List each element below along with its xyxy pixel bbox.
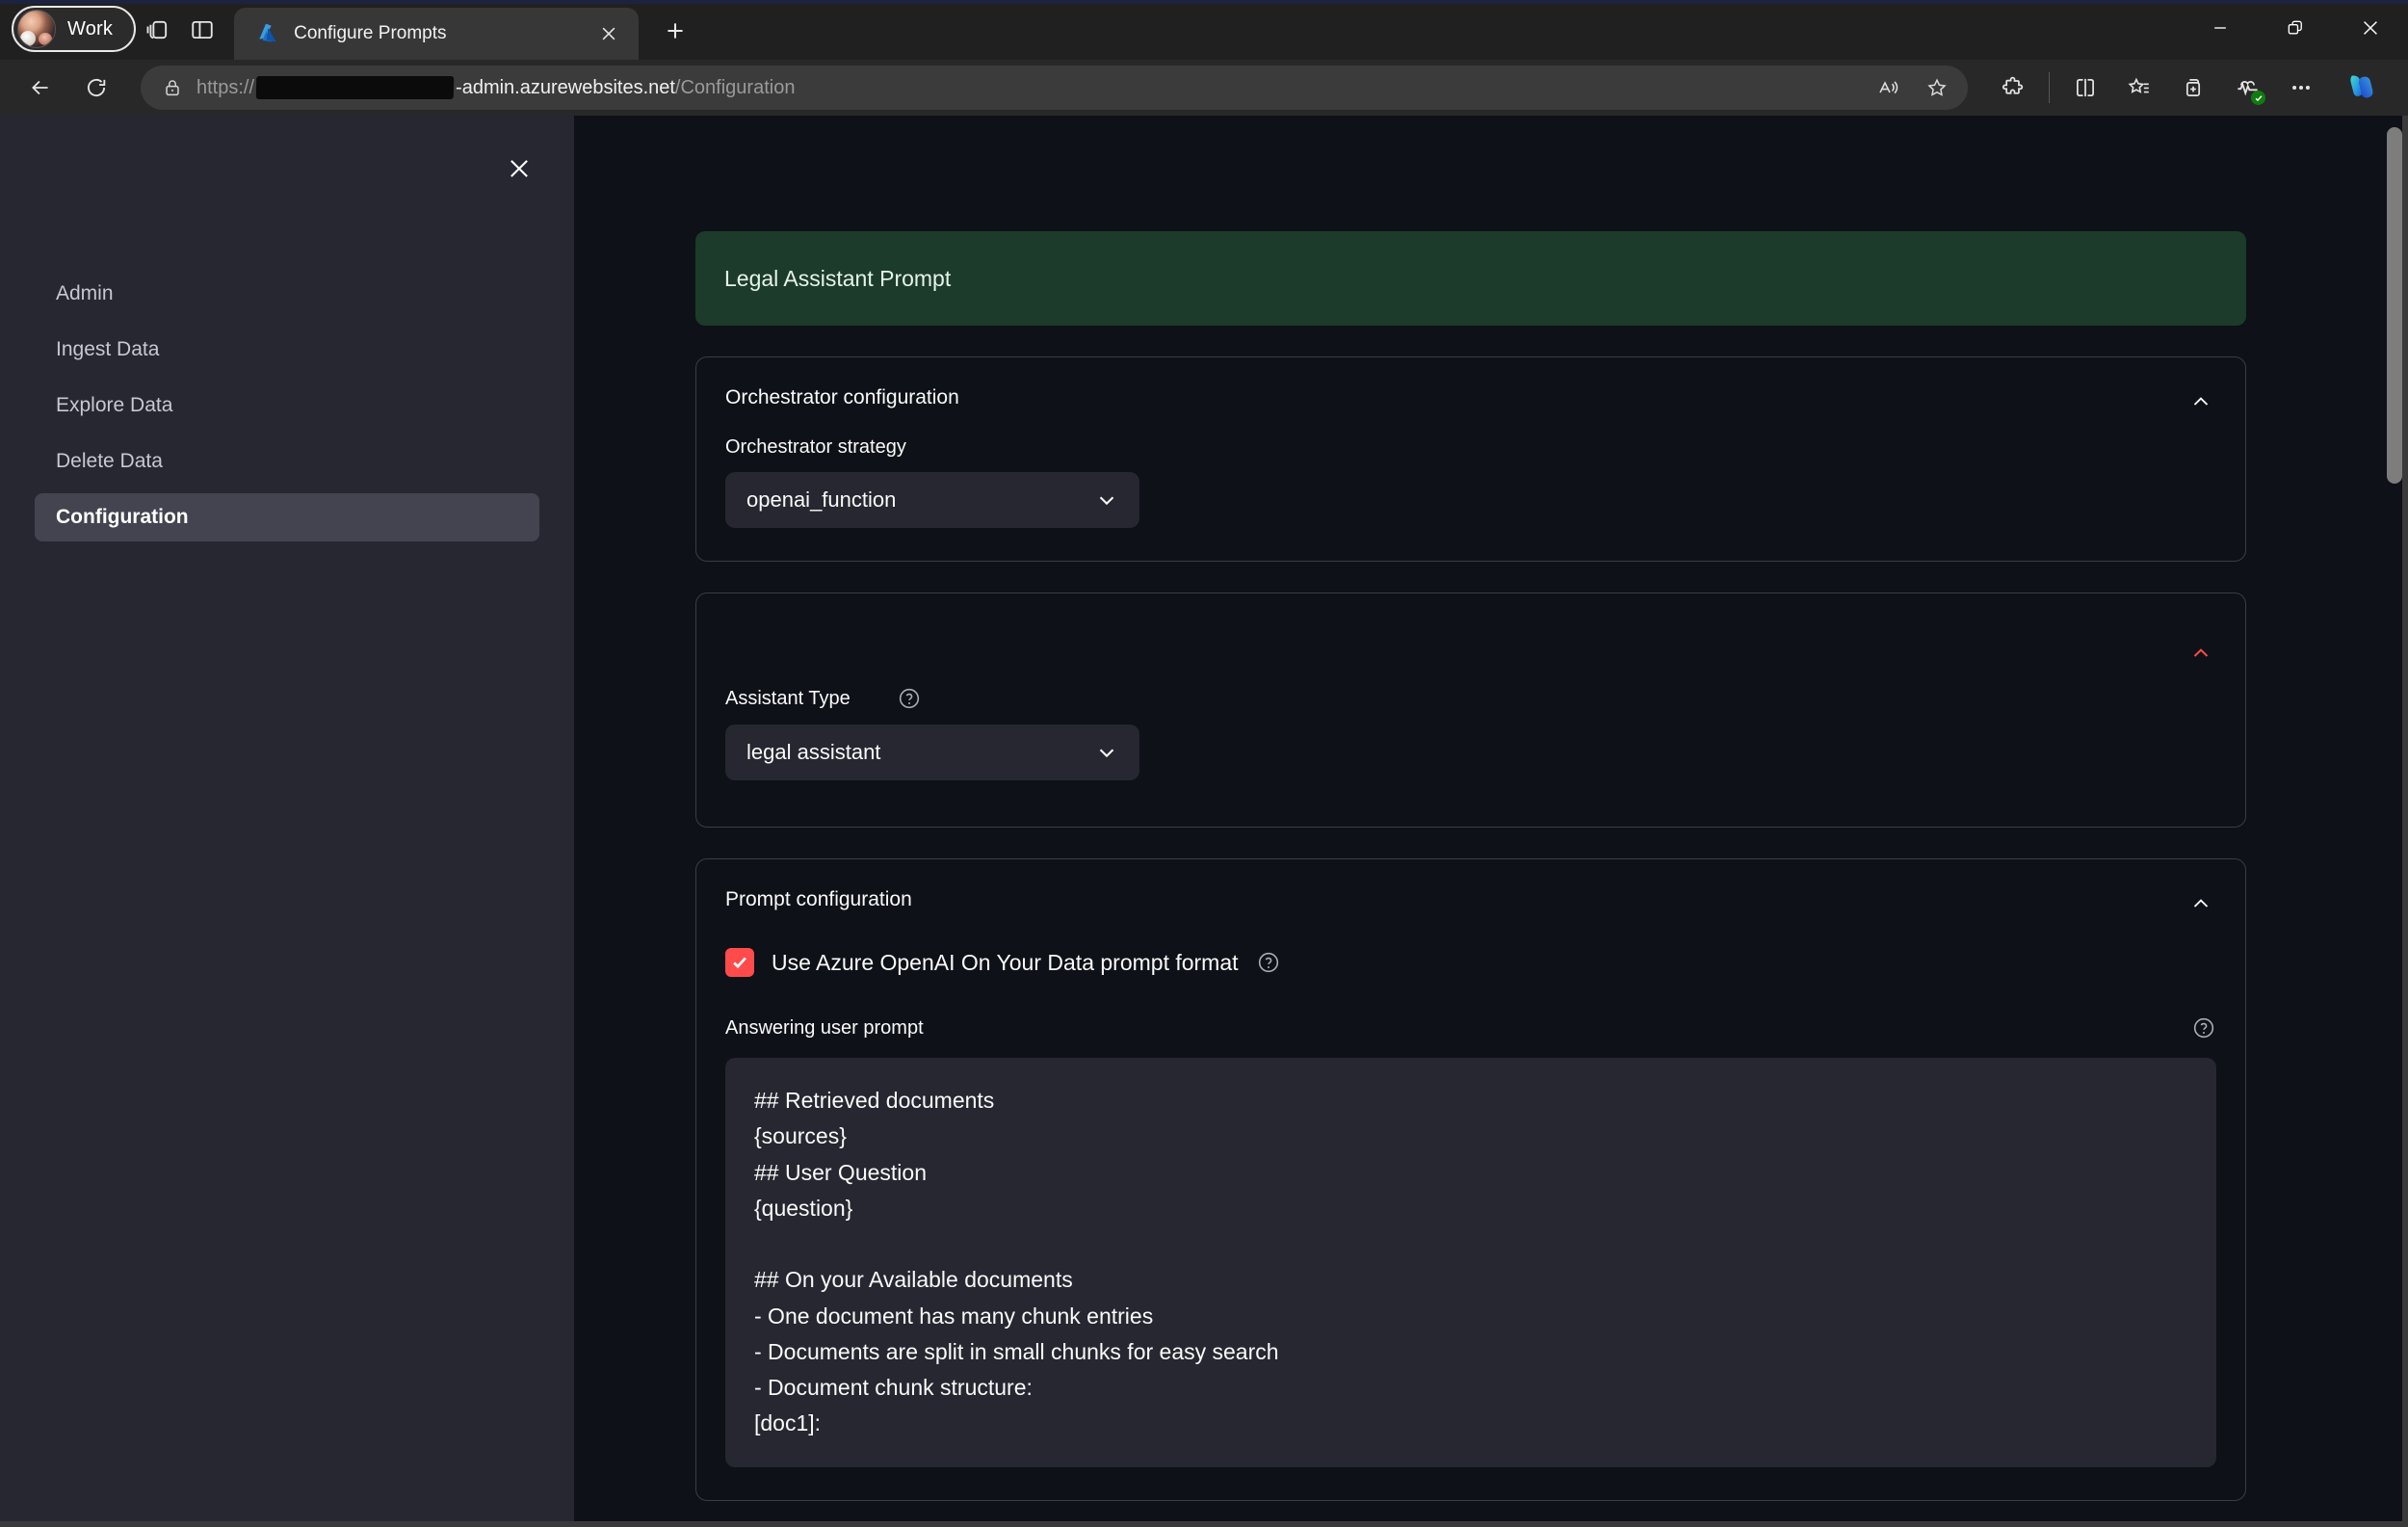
toolbar-divider	[2049, 72, 2050, 103]
checkbox-checked-icon[interactable]	[725, 948, 754, 977]
collections-star-icon[interactable]	[2113, 64, 2165, 112]
new-tab-plus-icon[interactable]	[648, 6, 702, 56]
assistant-type-select[interactable]: legal assistant	[725, 724, 1139, 780]
sidebar-item-delete-data[interactable]: Delete Data	[35, 437, 539, 486]
lock-icon	[162, 77, 183, 98]
back-arrow-icon[interactable]	[15, 63, 65, 113]
checkbox-label: Use Azure OpenAI On Your Data prompt for…	[772, 949, 1239, 975]
field-label-text: Orchestrator strategy	[725, 436, 906, 458]
refresh-icon[interactable]	[71, 63, 121, 113]
sidebar-nav: Admin Ingest Data Explore Data Delete Da…	[35, 270, 539, 541]
tab-configure-prompts[interactable]: Configure Prompts	[234, 8, 640, 60]
sidebar-item-label: Configuration	[56, 506, 189, 528]
chevron-up-icon[interactable]	[2182, 634, 2220, 672]
help-circle-icon[interactable]	[897, 686, 922, 711]
sidebar-item-label: Explore Data	[56, 394, 173, 416]
browser-window: Work Configure Prompts https:// -admin.a…	[0, 0, 2408, 1527]
sidebar-item-configuration[interactable]: Configuration	[35, 493, 539, 541]
orchestrator-section-title: Orchestrator configuration	[725, 386, 959, 408]
answering-user-prompt-textarea[interactable]: ## Retrieved documents {sources} ## User…	[725, 1058, 2216, 1467]
app-sidebar: Admin Ingest Data Explore Data Delete Da…	[0, 116, 574, 1527]
tab-strip: Configure Prompts	[234, 0, 702, 60]
window-controls	[2183, 0, 2408, 60]
page-viewport: Admin Ingest Data Explore Data Delete Da…	[0, 116, 2408, 1527]
sidebar-toggle-icon[interactable]	[180, 8, 224, 52]
orchestrator-configuration-card: Orchestrator configuration Orchestrator …	[695, 356, 2246, 562]
address-bar[interactable]: https:// -admin.azurewebsites.net /Confi…	[141, 66, 1968, 110]
close-window-icon[interactable]	[2333, 0, 2408, 56]
prompt-section-title: Prompt configuration	[725, 888, 912, 910]
browser-toolbar: https:// -admin.azurewebsites.net /Confi…	[0, 60, 2408, 116]
assistant-type-card: Assistant Type legal assistant	[695, 592, 2246, 828]
profile-button[interactable]: Work	[12, 6, 137, 52]
orchestrator-strategy-label: Orchestrator strategy	[725, 436, 2216, 459]
page-title: Legal Assistant Prompt	[724, 265, 952, 291]
select-value: openai_function	[746, 487, 897, 512]
sidebar-item-explore-data[interactable]: Explore Data	[35, 382, 539, 430]
url-host: -admin.azurewebsites.net	[456, 76, 675, 98]
url-scheme: https://	[196, 76, 255, 98]
page-scrollbar[interactable]	[2387, 116, 2402, 1527]
help-circle-icon[interactable]	[2191, 1015, 2216, 1040]
ellipsis-more-icon[interactable]	[2275, 64, 2327, 112]
answering-user-prompt-label-row: Answering user prompt	[725, 1015, 2216, 1040]
read-aloud-icon[interactable]	[1866, 68, 1912, 107]
extensions-puzzle-icon[interactable]	[1987, 64, 2039, 112]
toolbar-actions	[1987, 64, 2393, 112]
health-ok-badge	[2251, 91, 2265, 105]
profile-label: Work	[67, 17, 114, 39]
field-label-text: Assistant Type	[725, 687, 851, 709]
select-value: legal assistant	[746, 740, 881, 764]
user-avatar-photo	[17, 10, 56, 48]
azure-logo-icon	[259, 23, 276, 42]
prompt-configuration-card: Prompt configuration Use Azure OpenAI On…	[695, 858, 2246, 1501]
sidebar-item-ingest-data[interactable]: Ingest Data	[35, 326, 539, 374]
sidebar-item-label: Admin	[56, 282, 114, 304]
sidebar-item-label: Ingest Data	[56, 338, 160, 360]
window-bottom-edge	[0, 1521, 2408, 1527]
chevron-up-icon[interactable]	[2182, 382, 2220, 421]
close-tab-icon[interactable]	[592, 17, 625, 50]
sidebar-item-admin[interactable]: Admin	[35, 270, 539, 318]
chevron-down-icon	[1095, 488, 1118, 512]
main-content: Legal Assistant Prompt Orchestrator conf…	[574, 116, 2408, 1527]
url-redaction-block	[255, 76, 455, 99]
add-to-collection-icon[interactable]	[2167, 64, 2219, 112]
minimize-icon[interactable]	[2183, 0, 2258, 56]
window-top-accent	[0, 0, 2408, 4]
url-path: /Configuration	[674, 76, 796, 98]
page-title-banner: Legal Assistant Prompt	[695, 231, 2246, 326]
restore-window-icon[interactable]	[2258, 0, 2333, 56]
answering-user-prompt-label: Answering user prompt	[725, 1016, 924, 1039]
copilot-icon[interactable]	[2329, 64, 2393, 112]
tab-title: Configure Prompts	[294, 23, 447, 43]
favorite-star-icon[interactable]	[1914, 68, 1960, 107]
browser-health-icon[interactable]	[2221, 64, 2273, 112]
assistant-type-label: Assistant Type	[725, 686, 2216, 711]
orchestrator-strategy-select[interactable]: openai_function	[725, 472, 1139, 528]
address-bar-actions	[1866, 68, 1960, 107]
help-circle-icon[interactable]	[1256, 950, 1281, 975]
window-right-edge	[2402, 116, 2408, 1527]
tab-groups-icon[interactable]	[136, 8, 180, 52]
browser-titlebar: Work Configure Prompts	[0, 0, 2408, 60]
chevron-up-icon[interactable]	[2182, 884, 2220, 923]
azure-prompt-format-checkbox-row[interactable]: Use Azure OpenAI On Your Data prompt for…	[725, 948, 2216, 977]
chevron-down-icon	[1095, 741, 1118, 764]
url-text: https:// -admin.azurewebsites.net /Confi…	[196, 76, 795, 99]
split-screen-icon[interactable]	[2059, 64, 2111, 112]
scrollbar-thumb[interactable]	[2387, 127, 2402, 484]
close-icon[interactable]	[493, 143, 545, 195]
sidebar-item-label: Delete Data	[56, 450, 163, 472]
